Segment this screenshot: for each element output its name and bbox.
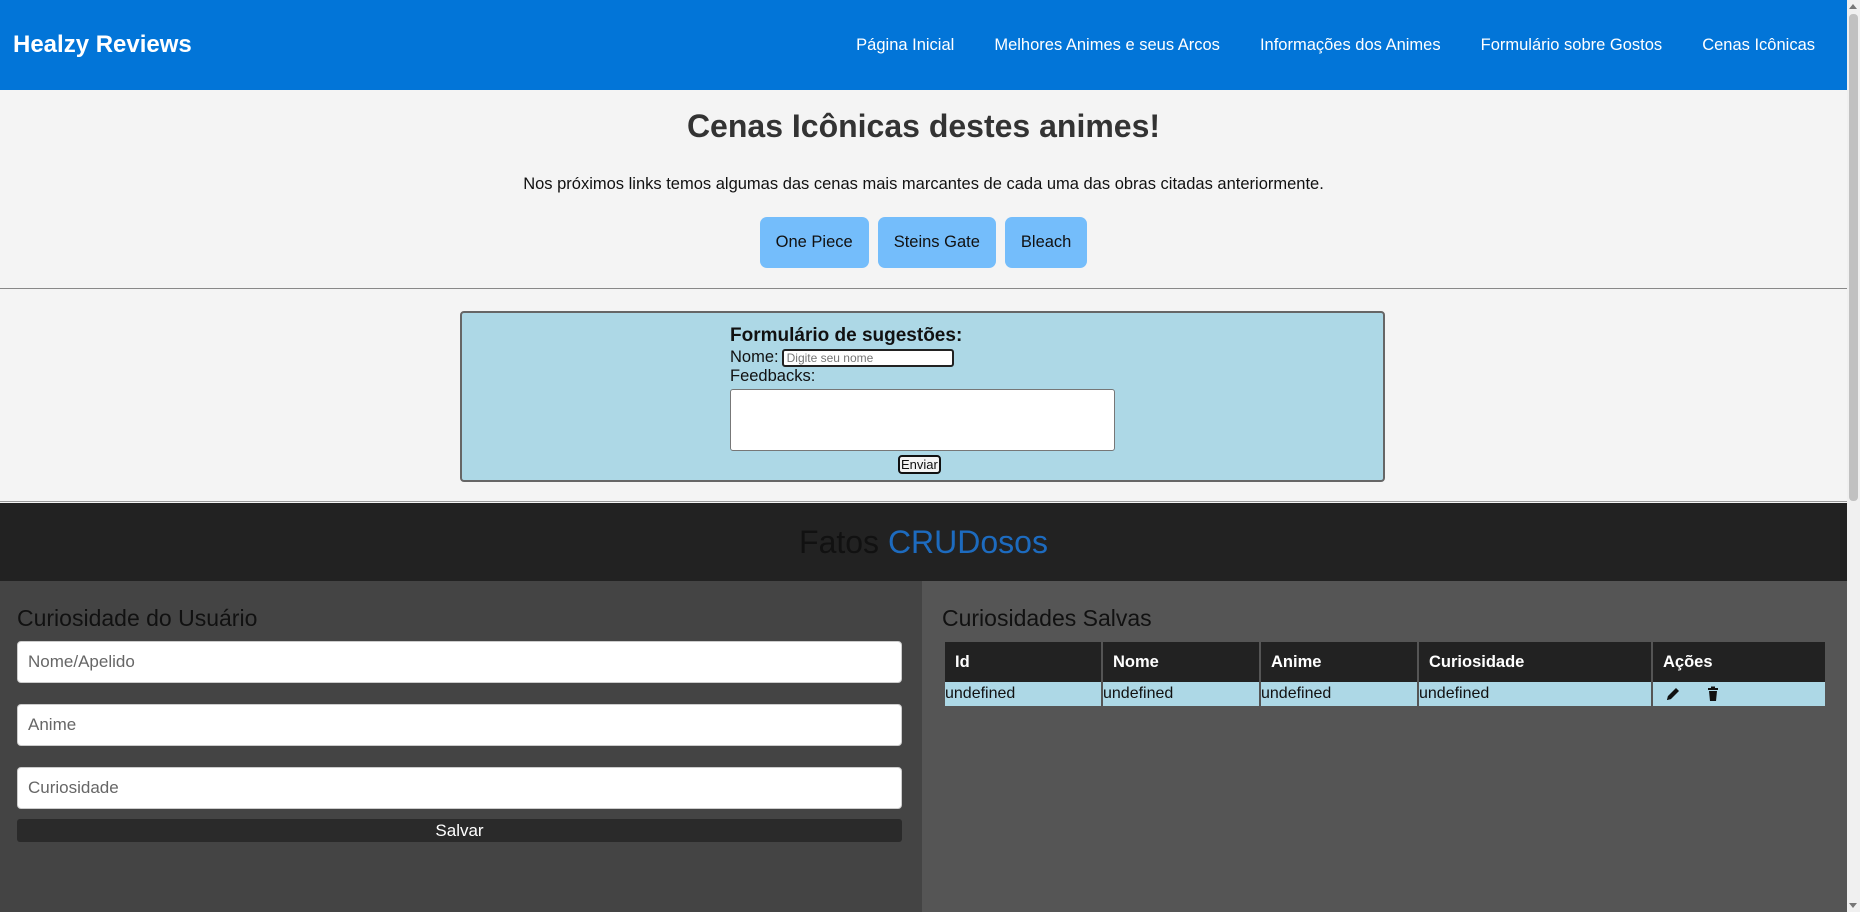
- save-button[interactable]: Salvar: [17, 819, 902, 842]
- scroll-thumb[interactable]: [1849, 14, 1858, 501]
- main-nav: Página Inicial Melhores Animes e seus Ar…: [816, 36, 1815, 55]
- nav-link-tastes-form[interactable]: Formulário sobre Gostos: [1481, 36, 1663, 55]
- page-title: Cenas Icônicas destes animes!: [686, 108, 1161, 144]
- saved-curiosities-panel: Curiosidades Salvas Id Nome Anime Curios…: [922, 581, 1847, 912]
- crud-title-accent: CRUDosos: [887, 524, 1048, 560]
- scene-buttons: One Piece Steins Gate Bleach: [0, 217, 1847, 268]
- intro-description: Nos próximos links temos algumas das cen…: [523, 175, 1324, 193]
- feedback-label: Feedbacks:: [730, 367, 816, 385]
- send-button[interactable]: Enviar: [898, 455, 941, 474]
- nav-link-iconic-scenes[interactable]: Cenas Icônicas: [1702, 36, 1815, 55]
- column-header-anime: Anime: [1261, 642, 1417, 682]
- nickname-input[interactable]: [17, 641, 902, 683]
- name-label: Nome:: [730, 348, 779, 366]
- anime-input[interactable]: [17, 704, 902, 746]
- trash-icon[interactable]: [1705, 686, 1721, 702]
- saved-curiosities-table: Id Nome Anime Curiosidade Ações undefine…: [943, 642, 1827, 706]
- edit-icon[interactable]: [1665, 686, 1681, 702]
- cell-nome: undefined: [1103, 682, 1259, 706]
- cell-curiosidade: undefined: [1419, 682, 1651, 706]
- cell-anime: undefined: [1261, 682, 1417, 706]
- bleach-button[interactable]: Bleach: [1004, 217, 1088, 268]
- one-piece-button[interactable]: One Piece: [759, 217, 869, 268]
- scroll-up-arrow-icon[interactable]: [1849, 4, 1857, 9]
- intro-section: Cenas Icônicas destes animes! Nos próxim…: [0, 90, 1847, 288]
- crud-title: Fatos CRUDosos: [0, 503, 1847, 581]
- scroll-down-arrow-icon[interactable]: [1849, 903, 1857, 908]
- user-curiosity-title: Curiosidade do Usuário: [17, 605, 258, 631]
- suggestion-form-title: Formulário de sugestões:: [730, 325, 963, 346]
- suggestion-form: Formulário de sugestões: Nome: Feedbacks…: [460, 311, 1385, 482]
- curiosity-input[interactable]: [17, 767, 902, 809]
- column-header-curiosidade: Curiosidade: [1419, 642, 1651, 682]
- column-header-nome: Nome: [1103, 642, 1259, 682]
- crud-title-prefix: Fatos: [799, 524, 888, 560]
- steins-gate-button[interactable]: Steins Gate: [877, 217, 996, 268]
- vertical-scrollbar[interactable]: [1847, 0, 1860, 912]
- name-input[interactable]: [781, 348, 954, 367]
- page: Healzy Reviews Página Inicial Melhores A…: [0, 0, 1847, 912]
- top-navbar: Healzy Reviews Página Inicial Melhores A…: [0, 0, 1847, 90]
- nav-link-home[interactable]: Página Inicial: [856, 36, 954, 55]
- brand-logo[interactable]: Healzy Reviews: [13, 31, 192, 59]
- nav-link-best-animes[interactable]: Melhores Animes e seus Arcos: [994, 36, 1220, 55]
- column-header-id: Id: [945, 642, 1101, 682]
- cell-actions: [1653, 682, 1825, 706]
- user-curiosity-panel: Curiosidade do Usuário Salvar: [0, 581, 922, 912]
- table-row: undefined undefined undefined undefined: [945, 682, 1825, 706]
- nav-link-anime-info[interactable]: Informações dos Animes: [1260, 36, 1441, 55]
- divider: [0, 288, 1847, 289]
- cell-id: undefined: [945, 682, 1101, 706]
- divider: [0, 501, 1847, 502]
- crud-banner: Fatos CRUDosos: [0, 503, 1847, 581]
- feedback-textarea[interactable]: [730, 389, 1115, 451]
- saved-curiosities-title: Curiosidades Salvas: [942, 605, 1152, 631]
- column-header-acoes: Ações: [1653, 642, 1825, 682]
- table-header-row: Id Nome Anime Curiosidade Ações: [945, 642, 1825, 682]
